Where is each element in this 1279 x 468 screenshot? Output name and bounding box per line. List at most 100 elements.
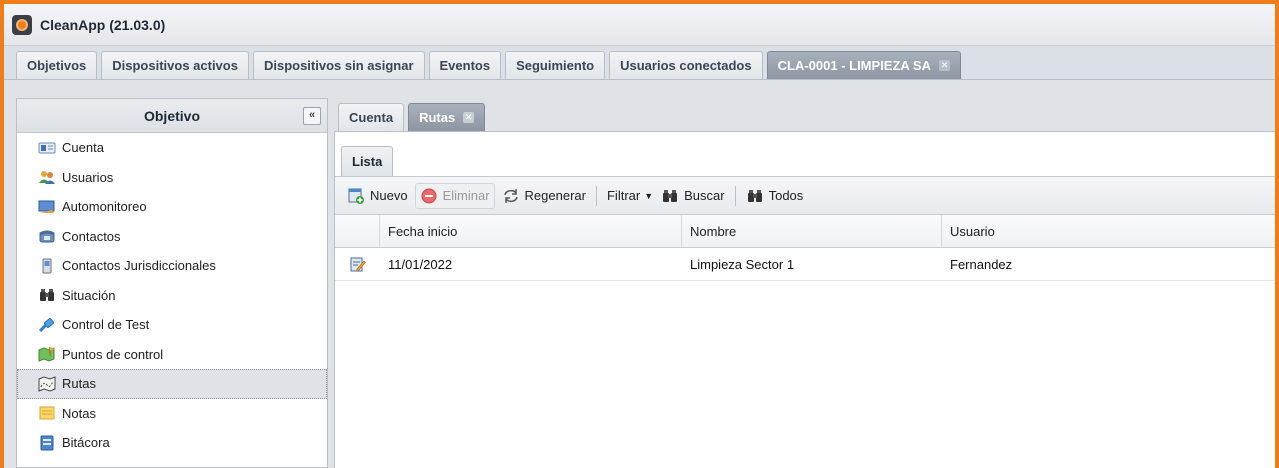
filter-button-label: Filtrar (606, 188, 641, 203)
route-map-icon (38, 376, 56, 392)
sidebar-item-situacion[interactable]: Situación (17, 281, 327, 311)
sidebar-item-label: Puntos de control (62, 346, 164, 362)
regenerate-button-label: Regenerar (524, 188, 586, 203)
grid-header: Fecha inicio Nombre Usuario (335, 215, 1275, 248)
sidebar-item-label: Rutas (62, 376, 96, 392)
note-icon (38, 405, 56, 421)
tab-eventos[interactable]: Eventos (428, 51, 502, 79)
sidebar-item-control-de-test[interactable]: Control de Test (17, 310, 327, 340)
tab-label: Eventos (439, 58, 491, 73)
tab-label: CLA-0001 - LIMPIEZA SA (777, 58, 931, 73)
tab-label: Dispositivos activos (112, 58, 238, 73)
new-button[interactable]: Nuevo (343, 183, 412, 209)
show-all-button[interactable]: Todos (742, 183, 808, 209)
sidebar-list: Cuenta Usuarios Automonitoreo Contactos … (17, 133, 327, 458)
new-button-label: Nuevo (370, 188, 408, 203)
tab-seguimiento[interactable]: Seguimiento (505, 51, 606, 79)
sidebar-item-label: Bitácora (62, 435, 110, 451)
column-header-fecha-inicio[interactable]: Fecha inicio (380, 215, 682, 247)
tab-rutas[interactable]: Rutas ✕ (408, 103, 486, 131)
delete-button[interactable]: Eliminar (414, 182, 495, 209)
toolbar-separator (595, 185, 597, 206)
tab-usuarios-conectados[interactable]: Usuarios conectados (609, 51, 763, 79)
filter-dropdown-button[interactable]: Filtrar ▼ (603, 183, 657, 209)
tab-cla-0001[interactable]: CLA-0001 - LIMPIEZA SA ✕ (766, 51, 961, 79)
collapse-sidebar-button[interactable]: « (303, 107, 321, 125)
app-window: CleanApp (21.03.0) Objetivos Dispositivo… (0, 0, 1279, 468)
title-bar: CleanApp (21.03.0) (4, 4, 1275, 46)
sidebar-item-label: Automonitoreo (62, 199, 147, 215)
mobile-phone-icon (38, 258, 56, 274)
plug-icon (38, 317, 56, 333)
tab-lista[interactable]: Lista (341, 146, 394, 176)
sidebar-item-label: Notas (62, 405, 96, 421)
sidebar-header: Objetivo « (17, 99, 327, 133)
show-all-button-label: Todos (768, 188, 804, 203)
sidebar-item-label: Contactos Jurisdiccionales (62, 258, 216, 274)
app-logo-icon (12, 14, 32, 35)
column-header-nombre[interactable]: Nombre (682, 215, 942, 247)
sidebar-item-label: Control de Test (62, 317, 150, 333)
remove-icon (420, 187, 438, 205)
sidebar-item-usuarios[interactable]: Usuarios (17, 163, 327, 193)
grid-header-icon-column (335, 215, 380, 247)
sidebar-item-cuenta[interactable]: Cuenta (17, 133, 327, 163)
cell-fecha-inicio: 11/01/2022 (388, 256, 453, 272)
add-document-icon (347, 187, 365, 205)
edit-icon[interactable] (335, 248, 380, 280)
sidebar-item-contactos[interactable]: Contactos (17, 222, 327, 252)
routes-grid: Fecha inicio Nombre Usuario 11/01/2022 L… (335, 215, 1275, 468)
delete-button-label: Eliminar (442, 188, 490, 203)
sidebar-item-puntos-de-control[interactable]: Puntos de control (17, 340, 327, 370)
logbook-icon (38, 435, 56, 451)
map-flag-icon (38, 346, 56, 362)
close-icon[interactable]: ✕ (938, 60, 950, 71)
sidebar-item-contactos-jurisdiccionales[interactable]: Contactos Jurisdiccionales (17, 251, 327, 281)
tab-label: Objetivos (27, 58, 87, 73)
sub-tab-bar: Cuenta Rutas ✕ (334, 98, 1275, 132)
cell-nombre: Limpieza Sector 1 (690, 256, 795, 272)
main-tab-bar: Objetivos Dispositivos activos Dispositi… (4, 46, 1275, 80)
tab-label: Usuarios conectados (620, 58, 752, 73)
sidebar-item-bitacora[interactable]: Bitácora (17, 428, 327, 458)
content-area: Objetivo « Cuenta Usuarios Automonitoreo (16, 85, 1275, 468)
binoculars-icon (661, 187, 679, 205)
toolbar: Nuevo Eliminar Regenerar Filtrar ▼ Busca… (335, 177, 1275, 215)
sidebar-item-notas[interactable]: Notas (17, 399, 327, 429)
tab-cuenta[interactable]: Cuenta (338, 103, 405, 131)
chevron-down-icon: ▼ (644, 190, 654, 201)
phone-icon (38, 228, 56, 244)
tab-label: Dispositivos sin asignar (263, 58, 414, 73)
users-icon (38, 169, 56, 185)
sidebar-item-label: Usuarios (62, 169, 114, 185)
tab-dispositivos-sin-asignar[interactable]: Dispositivos sin asignar (252, 51, 425, 79)
sidebar-item-rutas[interactable]: Rutas (17, 369, 327, 399)
id-card-icon (38, 140, 56, 156)
tab-label: Rutas (419, 110, 456, 125)
sidebar-title: Objetivo (143, 107, 200, 124)
tab-label: Cuenta (349, 110, 394, 125)
binoculars-icon (38, 287, 56, 303)
table-row[interactable]: 11/01/2022 Limpieza Sector 1 Fernandez (335, 248, 1275, 281)
toolbar-separator (734, 185, 736, 206)
refresh-icon (502, 187, 520, 205)
search-button-label: Buscar (684, 188, 725, 203)
main-panel: Cuenta Rutas ✕ Lista Nuevo Eliminar Rege… (334, 98, 1275, 468)
monitor-icon (38, 199, 56, 215)
sidebar-item-label: Situación (62, 287, 116, 303)
sidebar-item-label: Cuenta (62, 140, 104, 156)
tab-objetivos[interactable]: Objetivos (16, 51, 98, 79)
column-header-usuario[interactable]: Usuario (942, 215, 1275, 247)
tab-dispositivos-activos[interactable]: Dispositivos activos (101, 51, 249, 79)
tab-label: Seguimiento (516, 58, 595, 73)
sidebar-item-label: Contactos (62, 228, 121, 244)
close-icon[interactable]: ✕ (463, 112, 475, 123)
sidebar-item-automonitoreo[interactable]: Automonitoreo (17, 192, 327, 222)
rutas-panel: Lista Nuevo Eliminar Regenerar Filtrar ▼… (334, 132, 1275, 468)
app-title: CleanApp (21.03.0) (40, 16, 166, 33)
inner-tab-bar: Lista (335, 132, 1275, 177)
objective-sidebar: Objetivo « Cuenta Usuarios Automonitoreo (16, 98, 328, 468)
cell-usuario: Fernandez (950, 256, 1013, 272)
regenerate-button[interactable]: Regenerar (498, 183, 590, 209)
search-button[interactable]: Buscar (657, 183, 728, 209)
